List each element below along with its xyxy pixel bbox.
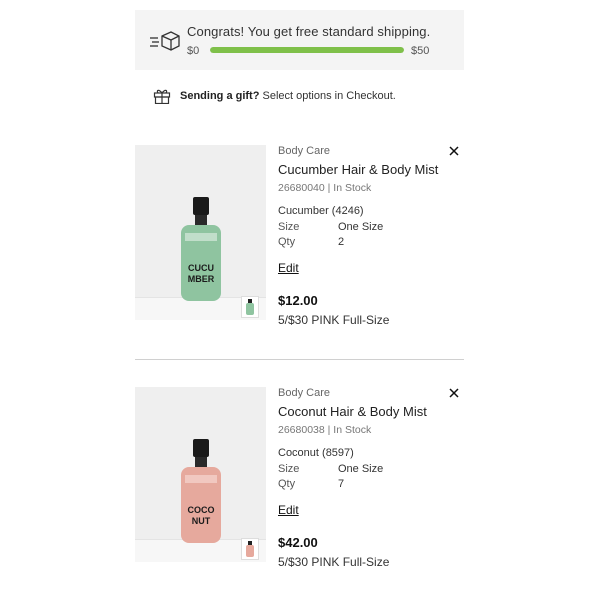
shipping-progress-fill: [210, 47, 404, 53]
item-category: Body Care: [278, 145, 330, 157]
free-shipping-banner: Congrats! You get free standard shipping…: [135, 10, 464, 70]
item-category: Body Care: [278, 387, 330, 399]
size-label: Size: [278, 463, 300, 475]
gift-notice: Sending a gift? Select options in Checko…: [153, 87, 396, 105]
product-image[interactable]: CUCU MBER: [135, 145, 266, 320]
edit-link[interactable]: Edit: [278, 261, 299, 275]
gift-text-bold: Sending a gift?: [180, 90, 260, 102]
product-thumbnail[interactable]: [241, 296, 259, 318]
product-bottle-image: COCO NUT: [181, 439, 221, 543]
item-promo: 5/$30 PINK Full-Size: [278, 555, 390, 569]
edit-link[interactable]: Edit: [278, 503, 299, 517]
item-sku-status: 26680038 | In Stock: [278, 424, 372, 436]
shipping-min-label: $0: [187, 45, 200, 57]
gift-text-rest: Select options in Checkout.: [259, 90, 396, 102]
item-name[interactable]: Coconut Hair & Body Mist: [278, 404, 427, 419]
remove-item-close-icon[interactable]: [447, 386, 461, 400]
size-value: One Size: [338, 221, 384, 233]
qty-value: 2: [338, 236, 345, 248]
svg-text:CUCU: CUCU: [188, 263, 214, 273]
item-name[interactable]: Cucumber Hair & Body Mist: [278, 162, 438, 177]
svg-text:NUT: NUT: [192, 516, 211, 526]
shipping-message: Congrats! You get free standard shipping…: [187, 24, 431, 39]
product-thumbnail[interactable]: [241, 538, 259, 560]
item-variant: Cucumber (4246): [278, 205, 364, 217]
item-price: $12.00: [278, 293, 318, 308]
size-value: One Size: [338, 463, 384, 475]
product-image[interactable]: COCO NUT: [135, 387, 266, 562]
gift-icon: [153, 89, 171, 104]
size-label: Size: [278, 221, 300, 233]
shipping-max-label: $50: [411, 45, 430, 57]
product-bottle-image: CUCU MBER: [181, 197, 221, 301]
item-price: $42.00: [278, 535, 318, 550]
qty-value: 7: [338, 478, 345, 490]
shipping-box-icon: [150, 31, 180, 51]
remove-item-close-icon[interactable]: [447, 144, 461, 158]
svg-text:MBER: MBER: [188, 274, 215, 284]
qty-label: Qty: [278, 236, 296, 248]
item-sku-status: 26680040 | In Stock: [278, 182, 372, 194]
shipping-progress-bar: [210, 47, 404, 53]
gift-text: Sending a gift? Select options in Checko…: [180, 90, 396, 102]
qty-label: Qty: [278, 478, 296, 490]
item-promo: 5/$30 PINK Full-Size: [278, 313, 390, 327]
item-divider: [135, 359, 464, 360]
item-variant: Coconut (8597): [278, 447, 354, 459]
svg-text:COCO: COCO: [188, 505, 215, 515]
